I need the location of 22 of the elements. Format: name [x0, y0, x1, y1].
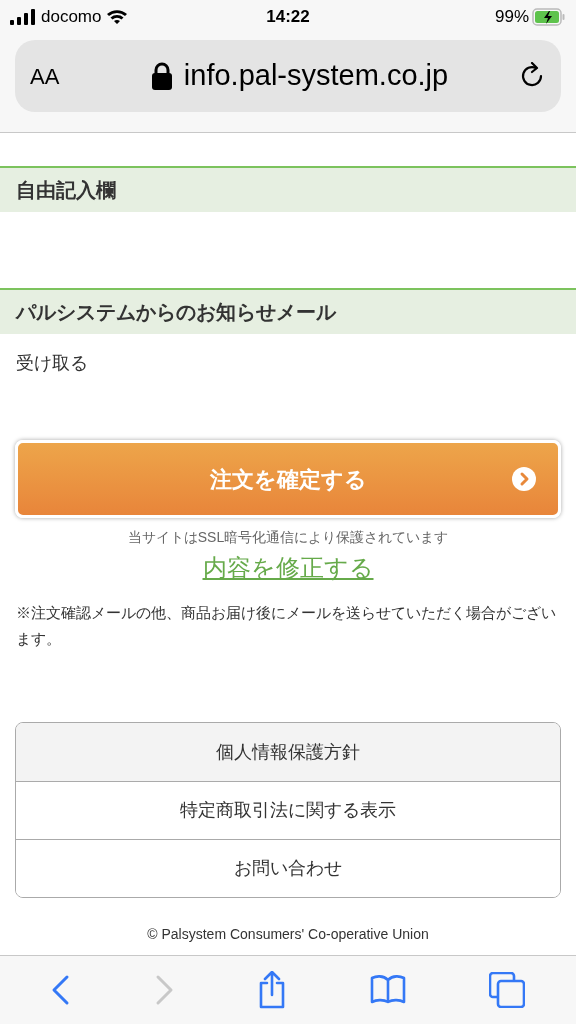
footer-link[interactable]: お問い合わせ	[16, 839, 560, 897]
book-icon[interactable]	[369, 975, 406, 1005]
tabs-icon[interactable]	[488, 972, 525, 1008]
signal-icon	[10, 9, 36, 25]
url-text: info.pal-system.co.jp	[183, 58, 449, 94]
share-icon[interactable]	[257, 971, 287, 1009]
ssl-note: 当サイトはSSL暗号化通信により保護されています	[126, 528, 450, 547]
footer-link[interactable]: 個人情報保護方針	[16, 723, 560, 781]
battery-percent: 99%	[494, 6, 529, 29]
chevron-circle-icon	[512, 467, 536, 491]
section-heading: パルシステムからのお知らせメール	[0, 288, 576, 334]
status-time: 14:22	[265, 6, 311, 29]
section-heading: 自由記入欄	[0, 166, 576, 212]
wifi-icon	[106, 9, 129, 25]
section-value: 受け取る	[16, 352, 89, 375]
lock-icon	[151, 62, 172, 90]
notice-text: ※注文確認メールの他、商品お届け後にメールを送らせていただく場合がございます。	[15, 603, 557, 649]
copyright-text: © Palsystem Consumers' Co-operative Union	[146, 925, 430, 944]
carrier-name: docomo	[41, 6, 102, 29]
text-size-button[interactable]: AA	[30, 59, 120, 93]
battery-icon	[532, 8, 566, 26]
address-bar[interactable]: AA info.pal-system.co.jp	[15, 40, 561, 112]
